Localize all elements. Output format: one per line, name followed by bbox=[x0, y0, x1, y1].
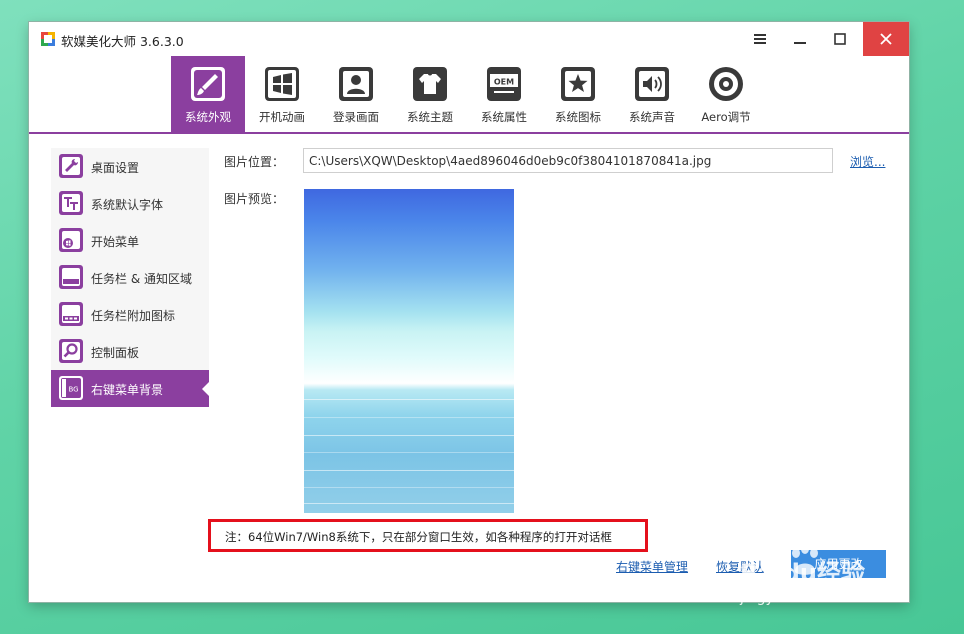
star-icon bbox=[561, 67, 595, 101]
sidebar-item-default-font[interactable]: 系统默认字体 bbox=[51, 185, 209, 222]
context-menu-manage-link[interactable]: 右键菜单管理 bbox=[616, 558, 688, 575]
tab-aero-adjust[interactable]: Aero调节 bbox=[689, 56, 763, 132]
sidebar-item-control-panel[interactable]: 控制面板 bbox=[51, 333, 209, 370]
tab-label: 系统主题 bbox=[407, 110, 453, 124]
tab-label: 开机动画 bbox=[259, 110, 305, 124]
brush-icon bbox=[191, 67, 225, 101]
sidebar-item-start-menu[interactable]: 开始菜单 bbox=[51, 222, 209, 259]
image-preview-label: 图片预览： bbox=[224, 192, 285, 206]
main-toolbar: 系统外观 开机动画 登录画面 系统主题 OEM 系统属性 系统图标 系统声音 A… bbox=[29, 56, 909, 134]
tab-label: 系统属性 bbox=[481, 110, 527, 124]
magnifier-icon bbox=[59, 339, 83, 363]
image-location-label: 图片位置： bbox=[224, 155, 285, 169]
maximize-button[interactable] bbox=[820, 22, 860, 56]
browse-link[interactable]: 浏览... bbox=[850, 153, 885, 170]
svg-text:OEM: OEM bbox=[494, 78, 514, 87]
sidebar-item-context-menu-background[interactable]: BG 右键菜单背景 bbox=[51, 370, 210, 407]
font-icon bbox=[59, 191, 83, 215]
oem-icon: OEM bbox=[487, 67, 521, 101]
windows-logo-icon bbox=[265, 67, 299, 101]
baidu-jingyan-watermark: Baidu经验 jingyan.baidu.com bbox=[730, 544, 920, 615]
user-portrait-icon bbox=[339, 67, 373, 101]
sidebar-item-label: 开始菜单 bbox=[91, 235, 140, 249]
sidebar-item-label: 控制面板 bbox=[91, 346, 140, 360]
note-text: 注：64位Win7/Win8系统下，只在部分窗口生效，如各种程序的打开对话框 bbox=[225, 530, 612, 544]
menu-button[interactable] bbox=[740, 22, 780, 56]
window-title: 软媒美化大师 3.6.3.0 bbox=[61, 34, 184, 49]
tab-system-icons[interactable]: 系统图标 bbox=[541, 56, 615, 132]
tab-system-properties[interactable]: OEM 系统属性 bbox=[467, 56, 541, 132]
sidebar: 桌面设置 系统默认字体 开始菜单 任务栏 & 通知区域 任务栏附加图标 控制面板… bbox=[51, 148, 210, 407]
hamburger-icon bbox=[754, 34, 766, 44]
tab-label: Aero调节 bbox=[701, 110, 751, 124]
title-bar: 软媒美化大师 3.6.3.0 bbox=[29, 22, 909, 56]
image-preview bbox=[304, 189, 514, 513]
tab-system-theme[interactable]: 系统主题 bbox=[393, 56, 467, 132]
sidebar-item-label: 系统默认字体 bbox=[91, 198, 164, 212]
sidebar-item-label: 桌面设置 bbox=[91, 161, 140, 175]
bg-icon: BG bbox=[59, 376, 83, 400]
sidebar-item-label: 右键菜单背景 bbox=[91, 383, 164, 397]
watermark-brand: Baidu经验 bbox=[740, 559, 865, 587]
minimize-button[interactable] bbox=[780, 22, 820, 56]
tab-boot-animation[interactable]: 开机动画 bbox=[245, 56, 319, 132]
start-menu-icon bbox=[59, 228, 83, 252]
sidebar-item-taskbar-notification[interactable]: 任务栏 & 通知区域 bbox=[51, 259, 209, 296]
tab-system-appearance[interactable]: 系统外观 bbox=[171, 56, 245, 132]
tab-label: 系统外观 bbox=[185, 110, 231, 124]
taskbar-addon-icon bbox=[59, 302, 83, 326]
tshirt-icon bbox=[413, 67, 447, 101]
wrench-icon bbox=[59, 154, 83, 178]
app-window: 软媒美化大师 3.6.3.0 系统外观 开机动画 登录画面 系统主题 OEM 系… bbox=[29, 22, 909, 602]
app-logo-icon bbox=[41, 32, 55, 46]
tab-label: 系统图标 bbox=[555, 110, 601, 124]
close-button[interactable] bbox=[863, 22, 909, 56]
compatibility-note: 注：64位Win7/Win8系统下，只在部分窗口生效，如各种程序的打开对话框 bbox=[208, 519, 648, 552]
taskbar-icon bbox=[59, 265, 83, 289]
watermark-url: jingyan.baidu.com bbox=[740, 590, 870, 606]
tab-label: 登录画面 bbox=[333, 110, 379, 124]
sidebar-item-taskbar-addon-icons[interactable]: 任务栏附加图标 bbox=[51, 296, 209, 333]
maximize-icon bbox=[834, 33, 846, 45]
sidebar-item-label: 任务栏 & 通知区域 bbox=[91, 272, 192, 286]
minimize-icon bbox=[794, 42, 806, 44]
image-path-input[interactable]: C:\Users\XQW\Desktop\4aed896046d0eb9c0f3… bbox=[303, 148, 833, 173]
sidebar-item-label: 任务栏附加图标 bbox=[91, 309, 176, 323]
close-icon bbox=[880, 33, 892, 45]
speaker-icon bbox=[635, 67, 669, 101]
sidebar-item-desktop-settings[interactable]: 桌面设置 bbox=[51, 148, 209, 185]
svg-text:BG: BG bbox=[68, 386, 78, 394]
aero-circle-icon bbox=[709, 67, 743, 101]
tab-system-sounds[interactable]: 系统声音 bbox=[615, 56, 689, 132]
tab-label: 系统声音 bbox=[629, 110, 675, 124]
tab-login-screen[interactable]: 登录画面 bbox=[319, 56, 393, 132]
